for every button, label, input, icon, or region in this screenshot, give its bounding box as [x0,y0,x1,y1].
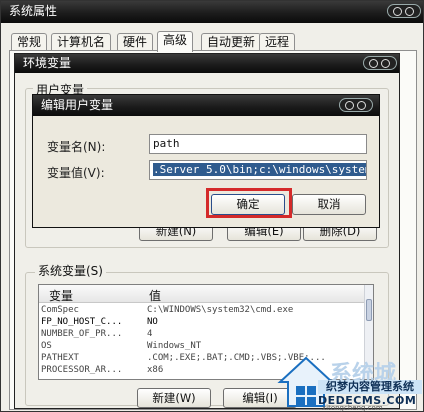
table-row[interactable]: NUMBER_OF_PR... 4 [39,329,365,340]
column-header-value[interactable]: 值 [149,287,161,304]
column-header-name[interactable]: 变量 [49,287,73,304]
watermark-line3: xitongcheng.com [322,404,383,412]
var-value: 4 [147,329,153,339]
table-row[interactable]: OS Windows_NT [39,341,365,352]
watermark-line1: 织梦内容管理系统 [318,380,422,394]
highlight-box [206,188,292,218]
circle-icon [393,7,402,16]
window-controls[interactable] [387,4,421,18]
dialog-title: 编辑用户变量 [41,98,114,112]
list-header: 变量 值 [39,285,365,303]
var-value: x86 [147,365,164,375]
system-properties-titlebar[interactable]: 系统属性 [1,1,423,23]
var-name: OS [41,341,52,351]
var-name: NUMBER_OF_PR... [41,329,123,339]
system-variables-label: 系统变量(S) [35,262,106,279]
var-name: ComSpec [41,305,79,315]
circle-icon [345,101,354,110]
window-title: 系统属性 [9,4,58,18]
tab-general[interactable]: 常规 [11,33,48,51]
cancel-button[interactable]: 取消 [292,194,366,215]
system-new-button[interactable]: 新建(W) [137,388,211,408]
scrollbar-thumb[interactable] [366,299,372,321]
environment-variables-titlebar[interactable]: 环境变量 [15,54,399,73]
var-value: NO [147,317,158,327]
window-title: 环境变量 [23,56,72,70]
circle-icon [381,59,390,68]
var-value: C:\WINDOWS\system32\cmd.exe [147,305,294,315]
tab-computer-name[interactable]: 计算机名 [51,33,112,51]
variable-value-label: 变量值(V): [47,166,105,180]
var-name: FP_NO_HOST_C... [41,317,123,327]
tab-remote[interactable]: 远程 [259,33,296,51]
var-name: PROCESSOR_AR... [41,365,123,375]
tab-automatic-updates[interactable]: 自动更新 [201,33,262,51]
variable-name-label: 变量名(N): [47,140,106,154]
window-controls[interactable] [363,56,397,70]
circle-icon [369,59,378,68]
circle-icon [405,7,414,16]
table-row[interactable]: ComSpec C:\WINDOWS\system32\cmd.exe [39,305,365,316]
window-controls[interactable] [339,98,373,112]
variable-value-field[interactable]: .Server 5.0\bin;c:\windows\system32 [149,160,367,180]
circle-icon [357,101,366,110]
edit-dialog-titlebar[interactable]: 编辑用户变量 [33,95,379,116]
tab-advanced[interactable]: 高级 [157,31,194,52]
tab-hardware[interactable]: 硬件 [117,33,154,51]
variable-name-field[interactable]: path [149,134,367,154]
table-row[interactable]: FP_NO_HOST_C... NO [39,317,365,328]
var-value: Windows_NT [147,341,202,351]
var-name: PATHEXT [41,353,79,363]
